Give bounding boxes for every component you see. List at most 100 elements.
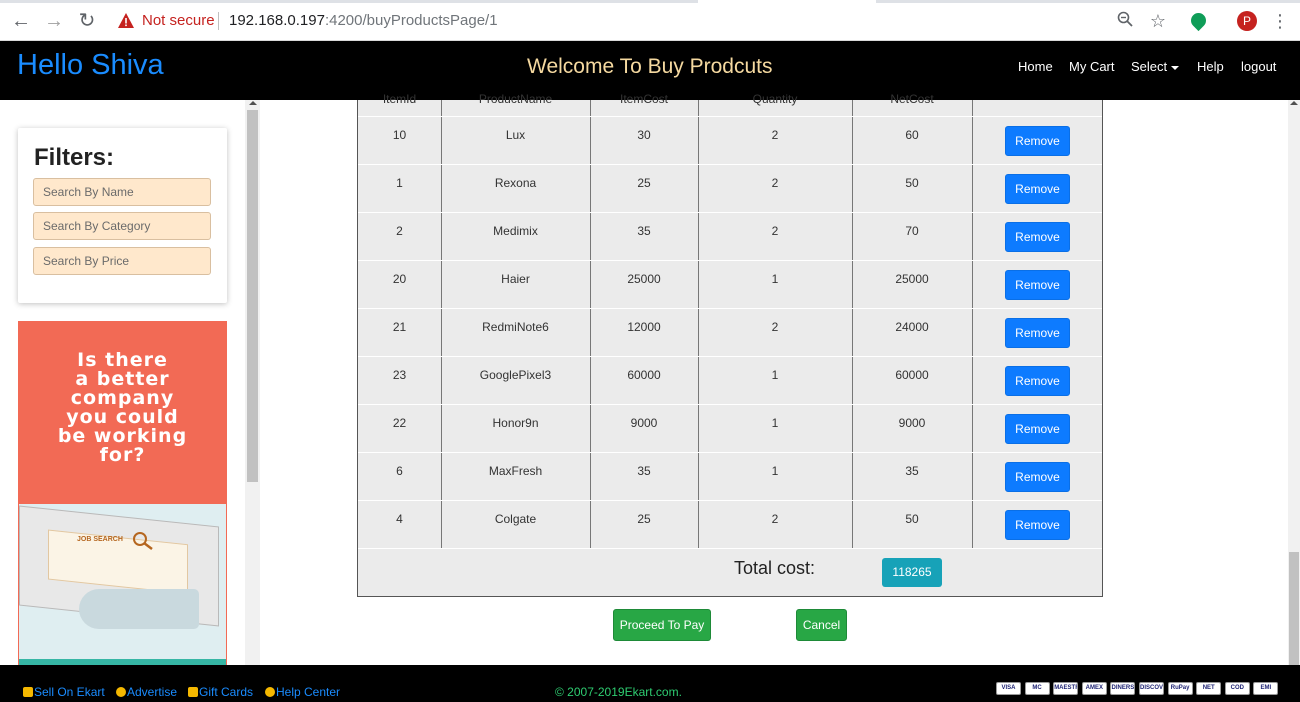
cell-qty: 2 xyxy=(771,128,779,142)
column-header: Quantity xyxy=(752,92,798,106)
cell-name: RedmiNote6 xyxy=(482,320,549,334)
scroll-up-arrow-icon[interactable] xyxy=(249,101,257,105)
proceed-to-pay-button[interactable]: Proceed To Pay xyxy=(613,609,711,641)
remove-button[interactable]: Remove xyxy=(1005,510,1070,540)
column-divider xyxy=(1102,100,1103,548)
nav-logout-link[interactable]: logout xyxy=(1241,59,1276,74)
cell-net: 25000 xyxy=(895,272,929,286)
ad-headline: Is there a better company you could be w… xyxy=(18,351,227,465)
cell-id: 10 xyxy=(392,128,407,142)
table-row: 23 GooglePixel3 60000 1 60000 Remove xyxy=(358,356,1102,404)
cell-net: 60000 xyxy=(895,368,929,382)
payment-icon: COD xyxy=(1224,682,1250,695)
cell-cost: 35 xyxy=(637,224,651,238)
cell-cost: 9000 xyxy=(630,416,658,430)
footer-gift-label: Gift Cards xyxy=(199,685,254,699)
url-host: 192.168.0.197 xyxy=(229,12,325,29)
table-row: 2 Medimix 35 2 70 Remove xyxy=(358,212,1102,260)
cell-qty: 2 xyxy=(771,224,779,238)
nav-home-link[interactable]: Home xyxy=(1018,59,1053,74)
search-by-price-input[interactable] xyxy=(33,247,211,275)
address-bar[interactable]: 192.168.0.197:4200/buyProductsPage/1 xyxy=(229,12,498,29)
cell-net: 70 xyxy=(905,224,919,238)
cell-name: Rexona xyxy=(494,176,537,190)
cell-id: 21 xyxy=(392,320,407,334)
page-scrollbar-thumb[interactable] xyxy=(1289,552,1299,665)
cell-qty: 1 xyxy=(771,272,779,286)
zoom-icon[interactable] xyxy=(1114,10,1136,32)
remove-button[interactable]: Remove xyxy=(1005,222,1070,252)
star-icon xyxy=(116,687,126,697)
cell-net: 9000 xyxy=(898,416,926,430)
filters-heading: Filters: xyxy=(34,144,115,171)
footer-help-link[interactable]: Help Center xyxy=(265,685,340,699)
ad-laptop-image: JOB SEARCH xyxy=(19,504,226,665)
search-by-name-input[interactable] xyxy=(33,178,211,206)
greeting-brand[interactable]: Hello Shiva xyxy=(17,49,164,82)
total-cost-badge: 118265 xyxy=(882,558,942,587)
page-scroll-up-arrow-icon[interactable] xyxy=(1290,101,1298,105)
cell-name: MaxFresh xyxy=(488,464,543,478)
site-footer: Sell On Ekart Advertise Gift Cards Help … xyxy=(0,665,1300,702)
remove-button[interactable]: Remove xyxy=(1005,126,1070,156)
bookmark-star-icon[interactable]: ☆ xyxy=(1147,10,1169,32)
cell-name: Medimix xyxy=(493,224,538,238)
sidebar-scrollbar-thumb[interactable] xyxy=(247,110,258,482)
footer-advertise-link[interactable]: Advertise xyxy=(116,685,177,699)
cell-id: 4 xyxy=(396,512,403,526)
cell-id: 22 xyxy=(392,416,407,430)
active-tab[interactable] xyxy=(698,0,876,3)
caret-down-icon xyxy=(1171,65,1180,70)
ad-screen-text: JOB SEARCH xyxy=(77,536,123,543)
remove-button[interactable]: Remove xyxy=(1005,318,1070,348)
payment-icon: EMI xyxy=(1253,682,1279,695)
warning-icon[interactable] xyxy=(117,12,135,30)
job-search-ad-banner[interactable]: Is there a better company you could be w… xyxy=(18,321,227,665)
remove-button[interactable]: Remove xyxy=(1005,366,1070,396)
profile-avatar[interactable]: P xyxy=(1237,11,1257,31)
cell-qty: 2 xyxy=(771,512,779,526)
table-row: 1 Rexona 25 2 50 Remove xyxy=(358,164,1102,212)
table-row-divider xyxy=(358,548,1102,549)
footer-sell-link[interactable]: Sell On Ekart xyxy=(23,685,105,699)
cell-name: Haier xyxy=(501,272,530,286)
forward-arrow-icon[interactable]: → xyxy=(43,10,65,32)
address-divider xyxy=(218,12,219,30)
extension-icon[interactable] xyxy=(1187,9,1210,32)
gift-icon xyxy=(188,687,198,697)
cell-net: 24000 xyxy=(895,320,929,334)
menu-kebab-icon[interactable]: ⋮ xyxy=(1269,10,1291,32)
browser-toolbar: ← → ↻ Not secure 192.168.0.197:4200/buyP… xyxy=(0,0,1300,41)
cell-cost: 25 xyxy=(637,176,651,190)
question-icon xyxy=(265,687,275,697)
remove-button[interactable]: Remove xyxy=(1005,174,1070,204)
remove-button[interactable]: Remove xyxy=(1005,414,1070,444)
cell-cost: 25 xyxy=(637,512,651,526)
footer-gift-link[interactable]: Gift Cards xyxy=(188,685,253,699)
column-header: NetCost xyxy=(890,92,934,106)
cell-cost: 12000 xyxy=(627,320,661,334)
cell-qty: 2 xyxy=(771,320,779,334)
cell-net: 50 xyxy=(905,176,919,190)
cell-id: 23 xyxy=(392,368,407,382)
remove-button[interactable]: Remove xyxy=(1005,462,1070,492)
cancel-button[interactable]: Cancel xyxy=(796,609,847,641)
copyright-text: © 2007-2019Ekart.com. xyxy=(555,685,682,699)
reload-icon[interactable]: ↻ xyxy=(76,10,98,32)
not-secure-label[interactable]: Not secure xyxy=(142,12,215,29)
nav-select-label: Select xyxy=(1131,59,1168,74)
footer-sell-label: Sell On Ekart xyxy=(34,685,105,699)
remove-button[interactable]: Remove xyxy=(1005,270,1070,300)
nav-select-dropdown[interactable]: Select xyxy=(1131,59,1180,74)
url-path: :4200/buyProductsPage/1 xyxy=(324,12,498,29)
ad-line: for? xyxy=(99,444,146,466)
page-title: Welcome To Buy Prodcuts xyxy=(527,55,773,78)
nav-cart-link[interactable]: My Cart xyxy=(1069,59,1115,74)
search-by-category-input[interactable] xyxy=(33,212,211,240)
payment-icon: RuPay xyxy=(1167,682,1193,695)
back-arrow-icon[interactable]: ← xyxy=(10,10,32,32)
payment-icon: DISCOVER xyxy=(1139,682,1164,695)
nav-help-link[interactable]: Help xyxy=(1197,59,1224,74)
footer-advertise-label: Advertise xyxy=(127,685,178,699)
cell-name: Colgate xyxy=(494,512,537,526)
